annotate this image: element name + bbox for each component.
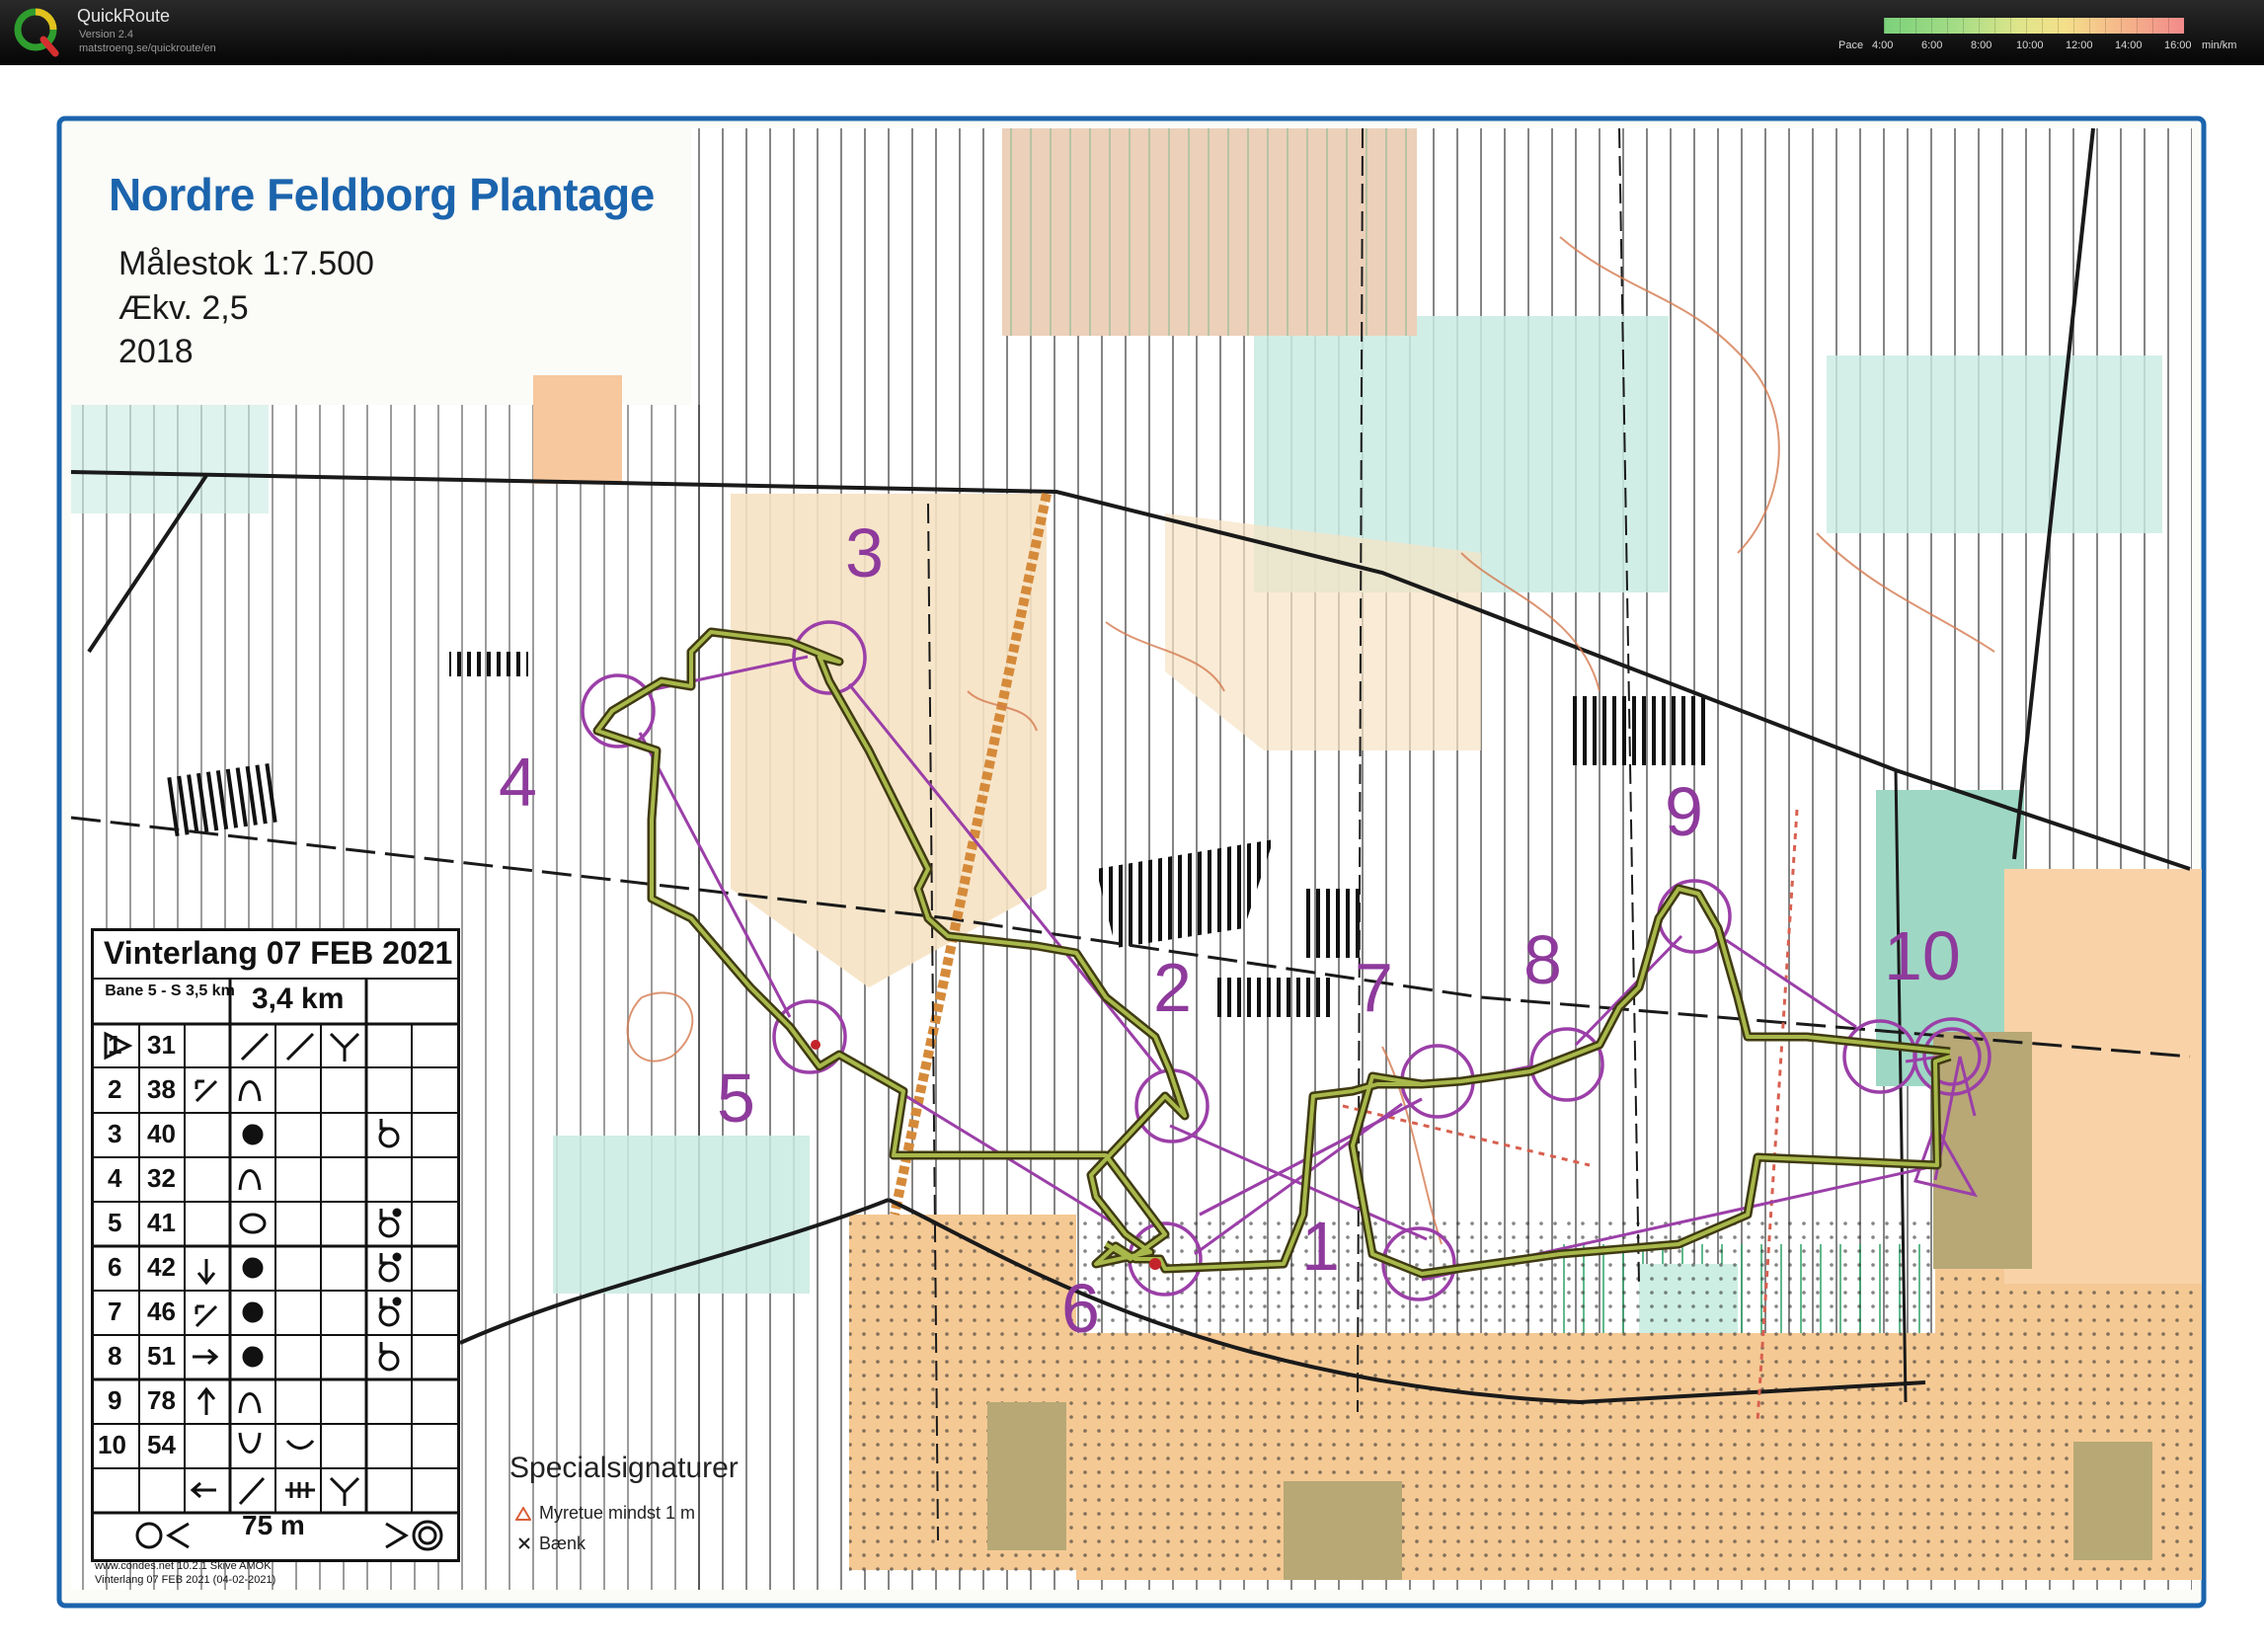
control-seq: 9	[108, 1385, 122, 1415]
control-number-label: 6	[1061, 1270, 1100, 1347]
special-symbol-anthill: Myretue mindst 1 m	[539, 1503, 696, 1523]
control-number-label: 9	[1665, 773, 1703, 850]
control-code: 38	[147, 1074, 176, 1104]
description-row: 7 46	[94, 1291, 457, 1334]
control-seq: 7	[108, 1297, 122, 1326]
description-row: 8 51	[94, 1335, 457, 1378]
control-seq: 4	[108, 1163, 122, 1193]
description-row: 10 54	[94, 1424, 457, 1467]
description-row: 9 78	[94, 1379, 457, 1423]
credit-line: Vinterlang 07 FEB 2021 (04-02-2021)	[95, 1574, 276, 1586]
control-code: 32	[147, 1163, 176, 1193]
description-row: 4 32	[94, 1157, 457, 1201]
control-description-sheet: Vinterlang 07 FEB 2021 Bane 5 - S 3,5 km…	[91, 928, 460, 1562]
description-row: 2 38	[94, 1068, 457, 1112]
description-row: 3 40	[94, 1113, 457, 1156]
control-code: 78	[147, 1385, 176, 1415]
control-code: 42	[147, 1252, 176, 1282]
map-scale: Målestok 1:7.500	[118, 245, 374, 282]
control-seq: 1	[108, 1030, 122, 1060]
credit-line: www.condes.net 10.2.1 Skive AMOK	[95, 1560, 272, 1572]
control-seq: 3	[108, 1119, 122, 1148]
control-number-label: 8	[1523, 921, 1562, 998]
map-year: 2018	[118, 333, 194, 370]
description-row: 5 41	[94, 1202, 457, 1245]
control-number-label: 10	[1884, 917, 1961, 994]
special-symbols-heading: Specialsignaturer	[509, 1452, 739, 1484]
control-number-label: 4	[499, 744, 537, 821]
control-number-label: 5	[717, 1060, 755, 1137]
control-number-label: 7	[1355, 949, 1393, 1026]
control-seq: 5	[108, 1208, 122, 1237]
control-code: 46	[147, 1297, 176, 1326]
map-title: Nordre Feldborg Plantage	[109, 169, 655, 220]
control-code: 54	[147, 1430, 176, 1459]
control-seq: 6	[108, 1252, 122, 1282]
control-number-label: 1	[1301, 1208, 1340, 1285]
finish-distance: 75 m	[242, 1510, 305, 1540]
control-code: 41	[147, 1208, 176, 1237]
special-symbol-bench: Bænk	[539, 1534, 586, 1553]
bench-icon	[518, 1537, 530, 1549]
control-number-label: 3	[845, 514, 884, 591]
control-seq: 2	[108, 1074, 122, 1104]
control-seq: 10	[98, 1430, 126, 1459]
description-row: 6 42	[94, 1246, 457, 1290]
control-seq: 8	[108, 1341, 122, 1371]
control-code: 51	[147, 1341, 176, 1371]
description-row: 1 31	[94, 1024, 457, 1067]
anthill-icon	[515, 1507, 531, 1521]
control-number-label: 2	[1153, 949, 1192, 1026]
control-code: 40	[147, 1119, 176, 1148]
map-contour-interval: Ækv. 2,5	[118, 289, 249, 327]
control-code: 31	[147, 1030, 176, 1060]
